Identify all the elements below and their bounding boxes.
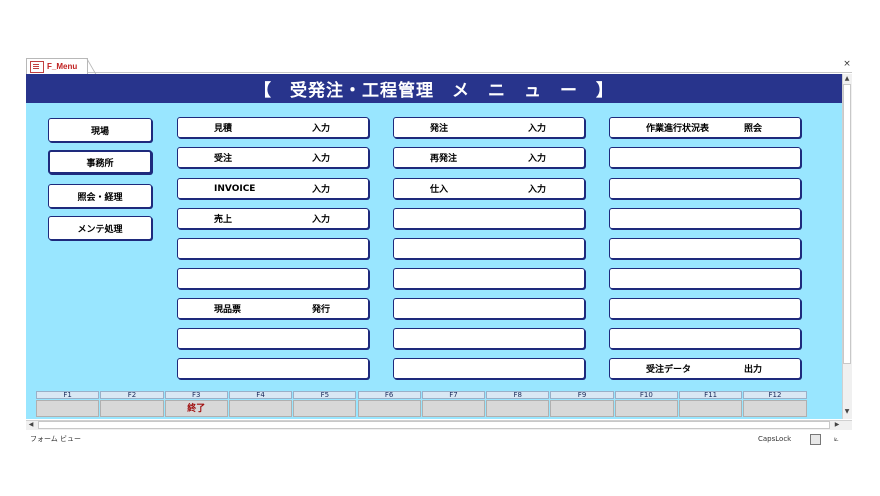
function-key-button[interactable] <box>357 400 421 417</box>
menu-button-c0-r5[interactable] <box>177 268 369 289</box>
form-icon <box>30 60 44 73</box>
menu-button-label: 売上 <box>214 215 233 225</box>
function-key-button[interactable] <box>36 400 100 417</box>
menu-button-c0-r0[interactable]: 見積 入力 <box>177 117 369 138</box>
menu-button-c1-r7[interactable] <box>393 328 585 349</box>
menu-button-action: 入力 <box>528 154 547 164</box>
scroll-left-icon[interactable]: ◀ <box>26 420 36 430</box>
menu-button-action: 入力 <box>312 215 331 225</box>
menu-button-action: 出力 <box>744 365 763 375</box>
menu-button-c1-r1[interactable]: 再発注 入力 <box>393 147 585 168</box>
menu-button-label: INVOICE <box>214 183 256 194</box>
menu-button-label: 見積 <box>214 124 233 134</box>
menu-button-label: 受注 <box>214 154 233 164</box>
function-key-label: F10 <box>614 391 678 399</box>
menu-button-c2-r6[interactable] <box>609 298 801 319</box>
scroll-up-icon[interactable]: ▲ <box>842 74 852 84</box>
form-view-icon[interactable] <box>810 434 821 445</box>
menu-button-c1-r3[interactable] <box>393 208 585 229</box>
side-button-label: 現場 <box>90 126 109 137</box>
menu-button-label: 仕入 <box>430 185 449 195</box>
function-key-button[interactable]: 終了 <box>164 400 228 417</box>
function-key-label: F9 <box>550 391 614 399</box>
menu-button-action: 入力 <box>528 124 547 134</box>
function-key-label: F11 <box>679 391 743 399</box>
document-tab-strip <box>26 57 852 73</box>
document-tab-f-menu[interactable]: F_Menu <box>26 58 88 74</box>
menu-button-c0-r8[interactable] <box>177 358 369 379</box>
side-button-1[interactable]: 事務所 <box>48 150 152 174</box>
function-key-button[interactable] <box>679 400 743 417</box>
status-bar: フォーム ビュー CapsLock ⟀ <box>26 432 852 446</box>
menu-button-label: 受注データ <box>646 365 692 375</box>
menu-button-c0-r4[interactable] <box>177 238 369 259</box>
horizontal-scroll-thumb[interactable] <box>38 421 830 429</box>
menu-button-action: 入力 <box>312 185 331 195</box>
menu-button-c2-r4[interactable] <box>609 238 801 259</box>
function-key-button[interactable] <box>293 400 357 417</box>
side-button-2[interactable]: 照会・経理 <box>48 184 152 208</box>
menu-button-label: 発注 <box>430 124 449 134</box>
function-key-button[interactable] <box>421 400 486 417</box>
function-key-label: F7 <box>421 391 486 399</box>
function-key-label: F8 <box>486 391 550 399</box>
function-key-button[interactable] <box>486 400 550 417</box>
function-key-label: F5 <box>293 391 357 399</box>
menu-button-c1-r2[interactable]: 仕入 入力 <box>393 178 585 199</box>
function-key-button[interactable] <box>614 400 678 417</box>
side-button-label: 事務所 <box>86 158 114 169</box>
side-button-label: メンテ処理 <box>77 224 123 235</box>
function-key-label: F3 <box>164 391 228 399</box>
menu-title: 【 受発注・工程管理 メ ニ ュ ー 】 <box>26 74 842 103</box>
function-key-button[interactable] <box>228 400 293 417</box>
close-icon[interactable]: × <box>842 58 852 70</box>
function-key-bar: F1 F2 F3 終了 F4 F5 F6 F7 F8 F9 F10 F11 F12 <box>36 391 808 419</box>
function-key-button[interactable] <box>550 400 614 417</box>
menu-button-label: 作業進行状況表 <box>646 124 710 134</box>
menu-button-c0-r3[interactable]: 売上 入力 <box>177 208 369 229</box>
menu-button-c2-r3[interactable] <box>609 208 801 229</box>
menu-button-action: 入力 <box>312 124 331 134</box>
function-key-label: F1 <box>36 391 100 399</box>
function-key-label: F2 <box>100 391 164 399</box>
menu-button-c1-r8[interactable] <box>393 358 585 379</box>
menu-button-c2-r7[interactable] <box>609 328 801 349</box>
side-button-label: 照会・経理 <box>77 192 123 203</box>
menu-button-c1-r4[interactable] <box>393 238 585 259</box>
menu-button-c2-r1[interactable] <box>609 147 801 168</box>
menu-button-c1-r0[interactable]: 発注 入力 <box>393 117 585 138</box>
menu-button-c1-r5[interactable] <box>393 268 585 289</box>
menu-button-c0-r2[interactable]: INVOICE 入力 <box>177 178 369 199</box>
menu-button-c1-r6[interactable] <box>393 298 585 319</box>
capslock-indicator: CapsLock <box>758 435 792 443</box>
scroll-down-icon[interactable]: ▼ <box>842 407 852 417</box>
scroll-right-icon[interactable]: ▶ <box>832 420 842 430</box>
view-mode-label: フォーム ビュー <box>30 435 82 443</box>
side-button-3[interactable]: メンテ処理 <box>48 216 152 240</box>
function-key-label: F6 <box>357 391 421 399</box>
menu-button-c0-r7[interactable] <box>177 328 369 349</box>
menu-button-c0-r1[interactable]: 受注 入力 <box>177 147 369 168</box>
function-key-label: F12 <box>743 391 807 399</box>
menu-button-c0-r6[interactable]: 現品票 発行 <box>177 298 369 319</box>
side-button-0[interactable]: 現場 <box>48 118 152 142</box>
menu-button-action: 入力 <box>528 185 547 195</box>
function-key-button[interactable] <box>743 400 807 417</box>
menu-button-c2-r2[interactable] <box>609 178 801 199</box>
menu-button-action: 発行 <box>312 305 331 315</box>
vertical-scroll-thumb[interactable] <box>843 84 851 364</box>
menu-button-label: 現品票 <box>214 305 242 315</box>
function-key-label: F4 <box>228 391 293 399</box>
menu-button-c2-r5[interactable] <box>609 268 801 289</box>
menu-button-c2-r8[interactable]: 受注データ 出力 <box>609 358 801 379</box>
menu-button-action: 照会 <box>744 124 763 134</box>
menu-button-c2-r0[interactable]: 作業進行状況表 照会 <box>609 117 801 138</box>
design-view-icon[interactable]: ⟀ <box>834 434 843 443</box>
document-tab-label: F_Menu <box>47 62 78 71</box>
menu-button-action: 入力 <box>312 154 331 164</box>
function-key-button[interactable] <box>100 400 164 417</box>
menu-button-label: 再発注 <box>430 154 458 164</box>
